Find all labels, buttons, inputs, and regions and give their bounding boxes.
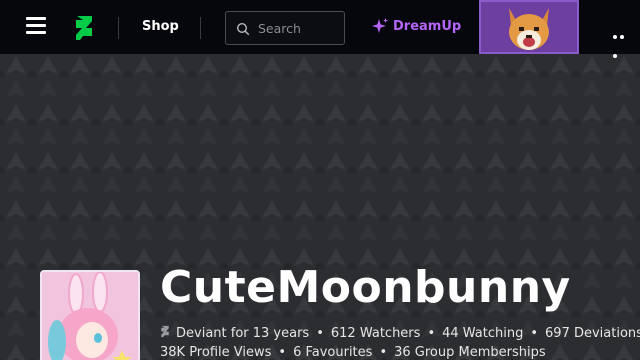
deviations-link[interactable]: 697 Deviations <box>545 326 640 341</box>
profile-avatar[interactable] <box>40 270 140 360</box>
hamburger-menu-icon[interactable] <box>26 17 46 37</box>
profile-views-text: 38K Profile Views <box>160 345 272 360</box>
nav-divider <box>200 17 201 39</box>
dreamup-button[interactable]: DreamUp <box>371 17 461 35</box>
separator-dot: • <box>379 345 388 360</box>
deviant-for-text: Deviant for 13 years <box>176 326 310 341</box>
deviantart-small-logo-icon <box>161 325 169 338</box>
separator-dot: • <box>278 345 287 360</box>
search-box[interactable] <box>225 11 345 45</box>
separator-dot: • <box>427 326 436 341</box>
watching-link[interactable]: 44 Watching <box>442 326 523 341</box>
nav-divider <box>118 17 119 39</box>
profile-stats-row-1: Deviant for 13 years • 612 Watchers • 44 Wat… <box>160 325 640 341</box>
shop-link[interactable]: Shop <box>142 19 179 34</box>
favourites-link[interactable]: 6 Favourites <box>293 345 372 360</box>
fox-avatar-image <box>481 2 577 52</box>
separator-dot: • <box>530 326 539 341</box>
deviantart-logo-icon[interactable] <box>74 14 94 42</box>
separator-dot: • <box>316 326 324 341</box>
profile-username: CuteMoonbunny <box>160 262 571 313</box>
group-memberships-link[interactable]: 36 Group Memberships <box>394 345 546 360</box>
search-input[interactable] <box>258 19 340 37</box>
dreamup-label: DreamUp <box>393 18 462 34</box>
profile-avatar-image <box>42 272 138 360</box>
profile-stats-row-2: 38K Profile Views • 6 Favourites • 36 Group … <box>160 345 546 360</box>
sparkle-icon <box>372 18 388 33</box>
watchers-link[interactable]: 612 Watchers <box>331 326 421 341</box>
user-avatar[interactable] <box>479 0 579 54</box>
more-dots-icon[interactable] <box>613 24 633 58</box>
top-navigation-bar: Shop DreamUp <box>0 0 640 58</box>
search-icon <box>236 22 250 36</box>
